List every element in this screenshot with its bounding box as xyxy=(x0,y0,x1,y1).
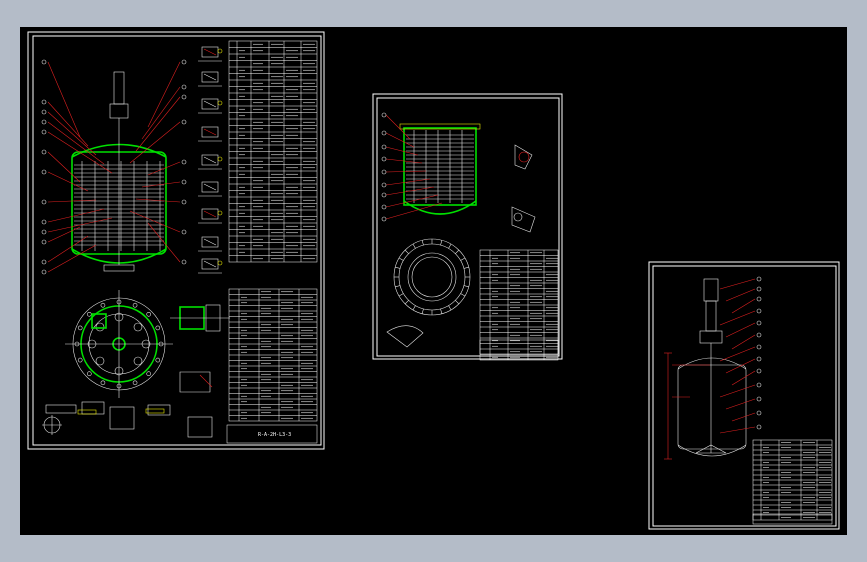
drawing-canvas: R-A-2H-L3-3 xyxy=(27,31,840,530)
jacket-plan xyxy=(393,238,471,316)
sheet-main-assembly: R-A-2H-L3-3 xyxy=(27,31,325,450)
parts-table-top xyxy=(228,40,318,263)
vessel-plan-view xyxy=(65,290,173,398)
parts-table-jacket xyxy=(479,249,559,361)
bottom-details xyxy=(42,304,230,438)
cad-viewport[interactable]: R-A-2H-L3-3 xyxy=(20,27,847,535)
sheet-jacket-detail xyxy=(372,93,563,361)
vessel-elevation xyxy=(41,59,187,275)
detail-callouts xyxy=(198,46,223,274)
small-details-right xyxy=(511,144,536,233)
section-detail-a xyxy=(386,325,424,348)
jacket-elevation xyxy=(381,112,481,222)
sheet-layout xyxy=(648,261,840,530)
layout-elevation xyxy=(664,276,762,460)
parts-table-layout xyxy=(752,439,833,525)
parts-table-bottom xyxy=(228,288,318,422)
title-block-main: R-A-2H-L3-3 xyxy=(258,432,291,438)
